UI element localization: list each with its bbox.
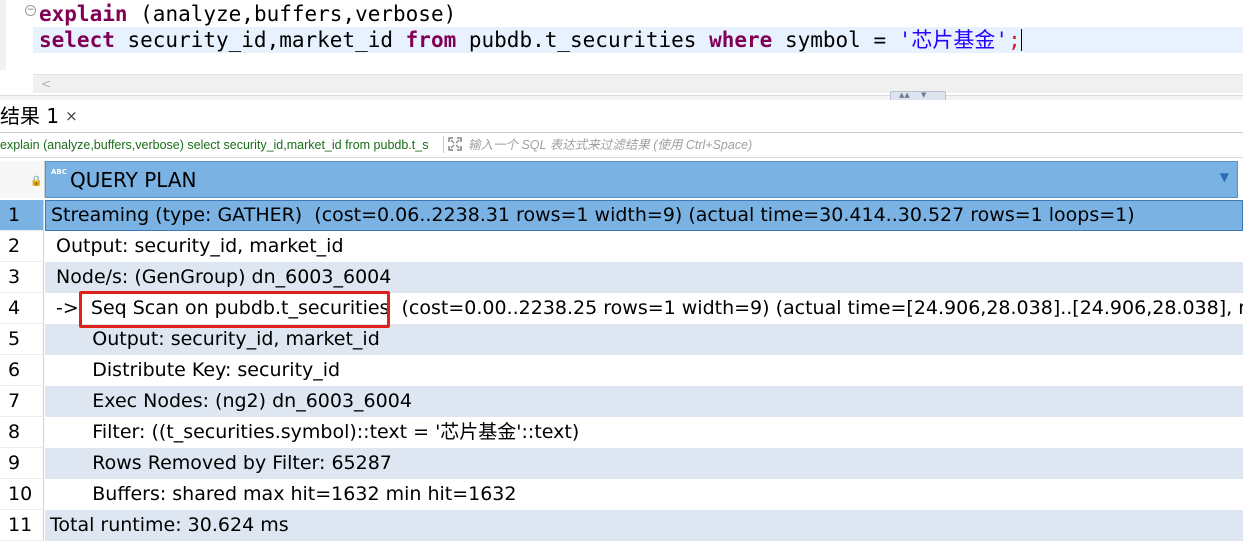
row-number[interactable]: 8	[0, 417, 44, 448]
keyword-explain: explain	[39, 2, 128, 26]
row-number[interactable]: 7	[0, 386, 44, 417]
table-row[interactable]: 2 Output: security_id, market_id	[0, 231, 1243, 262]
row-number[interactable]: 11	[0, 510, 44, 541]
scroll-left-arrow-icon[interactable]: <	[41, 76, 51, 92]
row-number[interactable]: 6	[0, 355, 44, 386]
table-row[interactable]: 9 Rows Removed by Filter: 65287	[0, 448, 1243, 479]
column-header-query-plan[interactable]: ABC QUERY PLAN ▼	[45, 161, 1238, 198]
table-row[interactable]: 5 Output: security_id, market_id	[0, 324, 1243, 355]
plan-cell[interactable]: -> Seq Scan on pubdb.t_securities (cost=…	[45, 293, 1243, 324]
row-number[interactable]: 9	[0, 448, 44, 479]
row-number[interactable]: 5	[0, 324, 44, 355]
table-name: pubdb.t_securities	[456, 28, 710, 52]
lock-icon: 🔒	[30, 176, 43, 187]
table-row[interactable]: 10 Buffers: shared max hit=1632 min hit=…	[0, 479, 1243, 510]
fold-collapse-icon[interactable]: −	[25, 5, 36, 16]
select-columns: security_id,market_id	[114, 28, 406, 52]
sql-editor[interactable]: − explain (analyze,buffers,verbose) sele…	[0, 0, 1243, 95]
plan-cell[interactable]: Filter: ((t_securities.symbol)::text = '…	[45, 417, 1243, 448]
where-condition: symbol =	[772, 28, 899, 52]
text-caret	[1020, 29, 1022, 51]
plan-cell[interactable]: Distribute Key: security_id	[45, 355, 1243, 386]
collapse-up-icon[interactable]: ▲▲	[899, 91, 910, 99]
column-header-label: QUERY PLAN	[70, 168, 197, 192]
column-menu-chevron-icon[interactable]: ▼	[1220, 170, 1229, 184]
plan-cell[interactable]: Exec Nodes: (ng2) dn_6003_6004	[45, 386, 1243, 417]
row-number[interactable]: 2	[0, 231, 44, 262]
explain-options: (analyze,buffers,verbose)	[127, 2, 457, 26]
table-row[interactable]: 6 Distribute Key: security_id	[0, 355, 1243, 386]
close-icon[interactable]: ×	[65, 100, 78, 132]
row-number[interactable]: 10	[0, 479, 44, 510]
table-row[interactable]: 8 Filter: ((t_securities.symbol)::text =…	[0, 417, 1243, 448]
editor-left-gutter	[0, 0, 6, 70]
row-number[interactable]: 1	[0, 200, 44, 231]
plan-cell[interactable]: Rows Removed by Filter: 65287	[45, 448, 1243, 479]
table-row[interactable]: 3 Node/s: (GenGroup) dn_6003_6004	[0, 262, 1243, 293]
expand-filter-icon[interactable]	[448, 137, 462, 151]
keyword-where: where	[709, 28, 773, 52]
row-number[interactable]: 3	[0, 262, 44, 293]
table-row[interactable]: 1 Streaming (type: GATHER) (cost=0.06..2…	[0, 200, 1243, 231]
tab-label: 结果 1	[0, 104, 60, 128]
grid-corner[interactable]: 🔒	[0, 161, 45, 198]
plan-cell[interactable]: Streaming (type: GATHER) (cost=0.06..223…	[45, 200, 1243, 231]
tab-results-1[interactable]: 结果 1 ×	[0, 100, 84, 132]
expand-down-icon[interactable]: ▼	[921, 91, 926, 99]
plan-cell[interactable]: Output: security_id, market_id	[45, 231, 1243, 262]
keyword-from: from	[405, 28, 457, 52]
row-number[interactable]: 4	[0, 293, 44, 324]
table-row[interactable]: 7 Exec Nodes: (ng2) dn_6003_6004	[0, 386, 1243, 417]
result-filter-bar: explain (analyze,buffers,verbose) select…	[0, 133, 1243, 158]
keyword-select: select	[39, 28, 115, 52]
table-row[interactable]: 11 Total runtime: 30.624 ms	[0, 510, 1243, 541]
editor-line-1[interactable]: explain (analyze,buffers,verbose)	[39, 1, 456, 27]
editor-line-2[interactable]: select security_id,market_id from pubdb.…	[39, 27, 1022, 53]
plan-cell[interactable]: Node/s: (GenGroup) dn_6003_6004	[45, 262, 1243, 293]
statement-terminator: ;	[1008, 28, 1021, 52]
plan-cell[interactable]: Output: security_id, market_id	[45, 324, 1243, 355]
string-literal: '芯片基金'	[898, 28, 1009, 52]
filter-expression-input[interactable]: 输入一个 SQL 表达式来过滤结果 (使用 Ctrl+Space)	[468, 136, 752, 154]
plan-cell[interactable]: Buffers: shared max hit=1632 min hit=163…	[45, 479, 1243, 510]
results-tab-bar: 结果 1 ×	[0, 100, 1243, 133]
grid-header: 🔒 ABC QUERY PLAN ▼	[0, 161, 1243, 198]
editor-horizontal-scrollbar[interactable]: <	[33, 74, 1243, 93]
executed-query-label: explain (analyze,buffers,verbose) select…	[0, 138, 429, 152]
table-row[interactable]: 4 -> Seq Scan on pubdb.t_securities (cos…	[0, 293, 1243, 324]
plan-cell[interactable]: Total runtime: 30.624 ms	[45, 510, 1243, 541]
text-type-icon: ABC	[51, 168, 67, 176]
filter-separator	[443, 136, 444, 153]
